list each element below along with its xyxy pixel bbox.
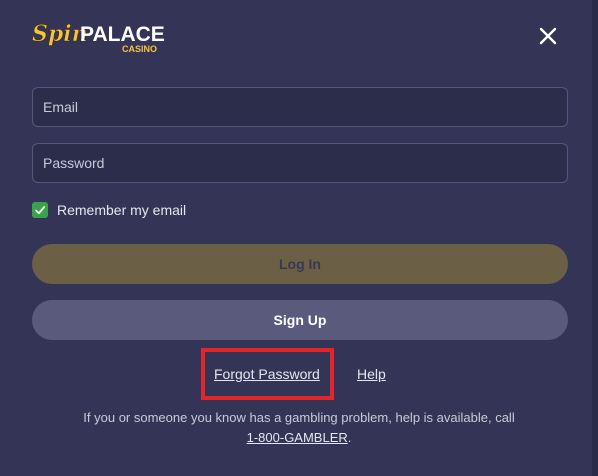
svg-text:CASINO: CASINO [122, 44, 157, 54]
spin-palace-logo: Spin PALACE CASINO [32, 16, 172, 56]
help-link[interactable]: Help [357, 366, 386, 382]
svg-text:PALACE: PALACE [80, 23, 165, 46]
close-icon [536, 27, 560, 52]
remember-email-label: Remember my email [57, 202, 187, 218]
close-button[interactable] [536, 24, 560, 48]
remember-email-checkbox[interactable]: Remember my email [32, 200, 186, 220]
password-input[interactable] [41, 154, 559, 172]
gambler-hotline-link[interactable]: 1-800-GAMBLER [247, 430, 348, 445]
disclaimer-suffix: . [347, 430, 352, 445]
frame-edge [592, 0, 598, 476]
email-input[interactable] [41, 98, 559, 116]
password-field[interactable] [32, 143, 568, 183]
email-field[interactable] [32, 87, 568, 127]
gambling-disclaimer: If you or someone you know has a gamblin… [40, 408, 558, 448]
signup-button[interactable]: Sign Up [32, 300, 568, 340]
disclaimer-text: If you or someone you know has a gamblin… [83, 410, 515, 425]
highlight-box [201, 348, 334, 400]
checkbox-checked-icon[interactable] [32, 202, 48, 218]
login-button[interactable]: Log In [32, 244, 568, 284]
